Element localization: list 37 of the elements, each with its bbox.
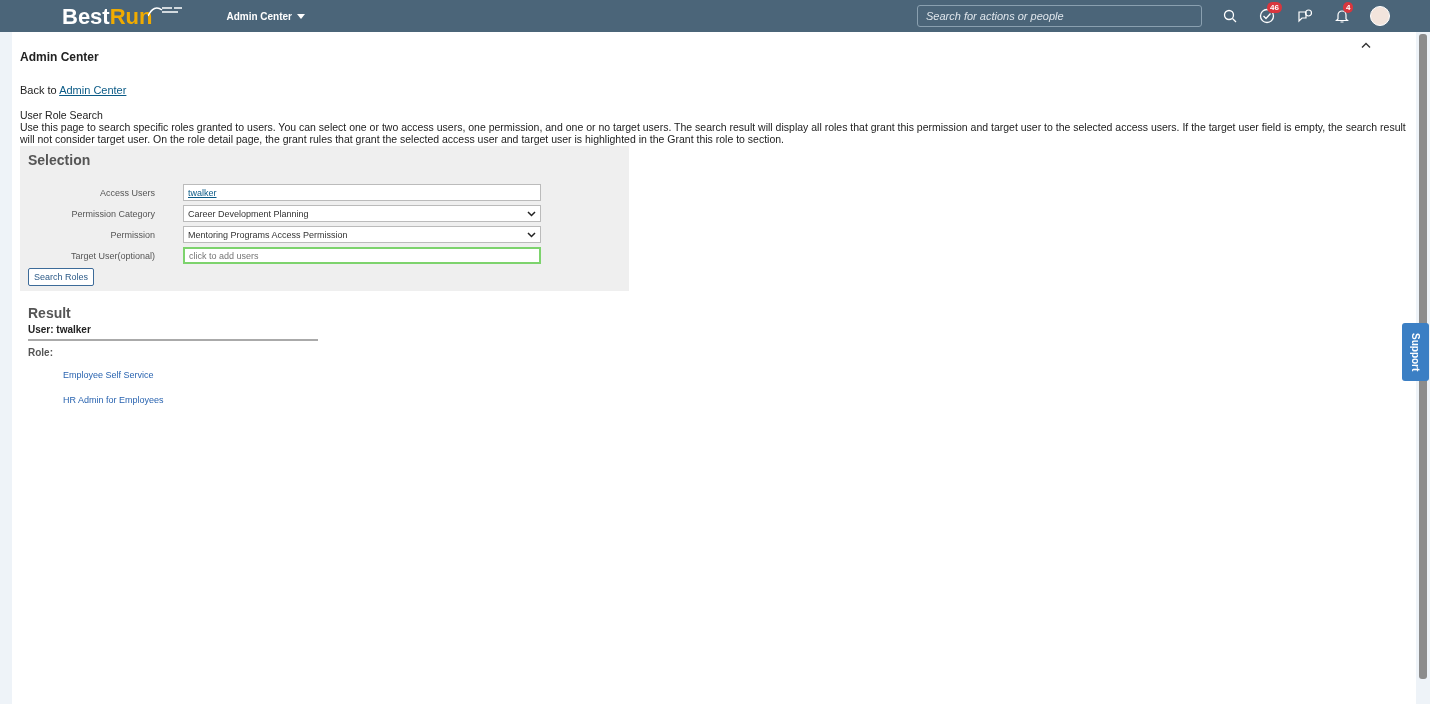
admin-center-link[interactable]: Admin Center <box>59 84 127 96</box>
search-icon[interactable] <box>1223 9 1237 23</box>
field-label: Permission Category <box>70 208 155 219</box>
access-users-field[interactable]: twalker <box>183 184 541 201</box>
chevron-down-icon <box>527 210 536 217</box>
selection-title: Selection <box>28 152 92 168</box>
field-label: Permission <box>109 229 155 240</box>
user-link[interactable]: twalker <box>188 187 217 198</box>
dropdown[interactable]: Career Development Planning <box>183 205 541 222</box>
search-roles-button[interactable]: Search Roles <box>28 268 95 286</box>
bell-icon[interactable] <box>1335 8 1349 24</box>
checkmark-circle-icon[interactable] <box>1259 8 1275 24</box>
page-title: Admin Center <box>20 50 99 64</box>
role-link[interactable]: Employee Self Service <box>63 370 154 380</box>
description-text: Use this page to search specific roles granted to users. You can select one or two access users, one permission, and one or no target users. The search result will display all roles that grant this permission and target user to the selected access users. If the target user field is empty, the search result will not consider target user. On the role detail page, the grant rules that grant the selected access user and target user is highlighted in the Grant this role to section. <box>20 121 1407 145</box>
dropdown[interactable]: Mentoring Programs Access Permission <box>183 226 541 243</box>
back-label: Back to <box>20 84 57 96</box>
target-user-field[interactable]: click to add users <box>183 247 541 264</box>
avatar[interactable] <box>1370 6 1390 26</box>
section-heading: User Role Search <box>20 109 104 121</box>
role-label: Role: <box>28 347 54 358</box>
result-title: Result <box>28 305 72 321</box>
todo-count-badge: 46 <box>1267 2 1282 13</box>
notification-count-badge: 4 <box>1343 2 1354 13</box>
chevron-down-icon <box>527 231 536 238</box>
field-label: Access Users <box>99 187 155 198</box>
result-user: User: twalker <box>28 321 318 341</box>
scrollbar-thumb[interactable] <box>1419 34 1427 679</box>
caret-down-icon <box>297 13 305 19</box>
logo: BestRun <box>62 4 185 28</box>
search-field[interactable]: Search for actions or people <box>917 5 1202 27</box>
support-tab[interactable]: Support <box>1402 323 1429 381</box>
admin-center-menu[interactable]: Admin Center <box>226 10 305 22</box>
chevron-up-icon[interactable] <box>1361 42 1371 48</box>
chat-icon[interactable] <box>1297 9 1313 23</box>
role-link[interactable]: HR Admin for Employees <box>63 395 164 405</box>
field-label: Target User(optional) <box>69 250 155 261</box>
